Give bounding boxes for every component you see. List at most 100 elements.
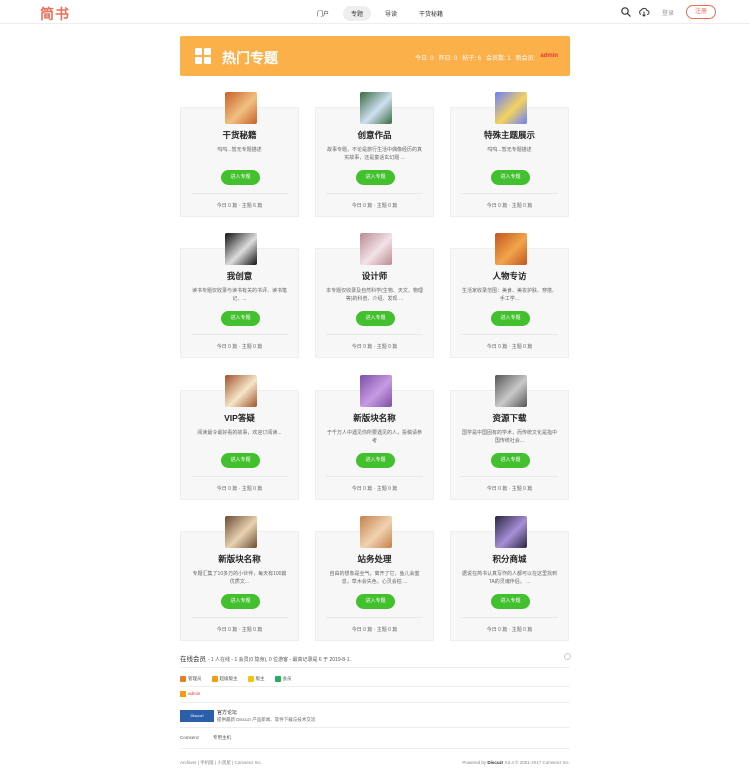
link-comsenz[interactable]: Comsenz — [180, 735, 199, 741]
topic-title[interactable]: 设计师 — [316, 270, 433, 282]
discuz-link[interactable]: Discuz! — [487, 760, 503, 765]
topic-card[interactable]: VIP答疑 阅读最令最好看的故事，欢迎订阅读... 进入专题 今日 0 篇 · 主题 … — [180, 375, 299, 500]
footer-links[interactable]: Archiver | 手机版 | 小黑屋 | Comsenz Inc. — [180, 760, 262, 766]
enter-topic-button[interactable]: 进入专题 — [491, 594, 530, 609]
search-icon[interactable] — [620, 6, 632, 18]
topic-cover-image[interactable] — [495, 92, 527, 124]
topic-cover-image[interactable] — [225, 516, 257, 548]
nav-tips[interactable]: 干货秘籍 — [411, 6, 451, 21]
topic-card[interactable]: 特殊主题展示 呜呜...暂无专题描述 进入专题 今日 0 篇 · 主题 0 篇 — [450, 92, 569, 217]
enter-topic-button[interactable]: 进入专题 — [221, 594, 260, 609]
topic-card[interactable]: 创意作品故事专题，不论是旅行生活中偶像经历的真实故事，还是童话玄幻题 ... 进入… — [315, 92, 434, 217]
forum-link-desc: 提供最新 Discuz! 产品新闻、软件下载与技术交流 — [217, 717, 316, 722]
discuz-logo[interactable]: Discuz! — [180, 710, 214, 722]
topic-stats: 今日 0 篇 · 主题 0 篇 — [486, 486, 533, 492]
collapse-icon[interactable] — [564, 653, 571, 660]
enter-topic-button[interactable]: 进入专题 — [491, 170, 530, 185]
topic-cover-image[interactable] — [360, 375, 392, 407]
register-button[interactable]: 注册 — [686, 5, 716, 19]
admin-user-icon — [180, 691, 186, 697]
grid-icon — [195, 48, 211, 64]
topics-banner: 热门专题 今日: 0 昨日: 0 帖子: 6 会员数: 1 新会员: admin — [180, 36, 570, 76]
online-label[interactable]: 在线会员 — [180, 656, 206, 663]
topic-title[interactable]: 积分商城 — [451, 553, 568, 565]
divider — [180, 686, 570, 687]
topic-card[interactable]: 新版块名称 于千万人中遇见你所要遇见的人，投稿请参考 进入专题 今日 0 篇 · 主题… — [315, 375, 434, 500]
card-divider — [191, 334, 288, 335]
topic-stats: 今日 0 篇 · 主题 0 篇 — [351, 203, 398, 209]
newest-member-link[interactable]: admin — [540, 53, 558, 62]
enter-topic-button[interactable]: 进入专题 — [491, 311, 530, 326]
topic-description: 读书专题仅收录与读书有关的书评、读书笔记、... — [191, 288, 287, 302]
card-divider — [461, 476, 558, 477]
enter-topic-button[interactable]: 进入专题 — [356, 594, 395, 609]
enter-topic-button[interactable]: 进入专题 — [491, 453, 530, 468]
topic-cover-image[interactable] — [360, 233, 392, 265]
cloud-download-icon[interactable] — [638, 6, 650, 18]
topic-card[interactable]: 人物专访生活家收录范围：美食、美妆护肤、穿搭、手工学... 进入专题今日 0 篇 … — [450, 233, 569, 358]
card-divider — [191, 476, 288, 477]
top-icons — [620, 6, 650, 18]
topic-card[interactable]: 设计师 本专题仅收录及自然科学(生物、天文、物理等)的科普、介绍、发现 ... 进入… — [315, 233, 434, 358]
topic-title[interactable]: 站务处理 — [316, 553, 433, 565]
topic-card[interactable]: 站务处理 自由的想象是全气，离开了它，鱼儿会窒息，草木会失色，心灵会枯 ... 进入… — [315, 516, 434, 641]
topic-cover-image[interactable] — [495, 233, 527, 265]
login-link[interactable]: 登录 — [662, 8, 674, 17]
enter-topic-button[interactable]: 进入专题 — [356, 311, 395, 326]
site-logo[interactable]: 简书 — [40, 4, 70, 24]
card-divider — [326, 193, 423, 194]
enter-topic-button[interactable]: 进入专题 — [221, 170, 260, 185]
topic-stats: 今日 0 篇 · 主题 0 篇 — [216, 627, 263, 633]
card-divider — [326, 476, 423, 477]
legend-mod: 版主 — [247, 676, 265, 682]
card-divider — [191, 193, 288, 194]
topic-stats: 今日 0 篇 · 主题 0 篇 — [216, 344, 263, 350]
topic-stats: 今日 0 篇 · 主题 0 篇 — [351, 344, 398, 350]
nav-portal[interactable]: 门户 — [309, 6, 337, 21]
topic-title[interactable]: 我创意 — [181, 270, 298, 282]
topic-card[interactable]: 新版块名称 专题汇集了10多万的小伙伴，每天有100篇优质文... 进入专题 今日 0… — [180, 516, 299, 641]
enter-topic-button[interactable]: 进入专题 — [221, 453, 260, 468]
nav-guide[interactable]: 导读 — [377, 6, 405, 21]
topic-description: 呜呜...暂无专题描述 — [487, 147, 532, 153]
topic-cover-image[interactable] — [225, 92, 257, 124]
topic-title[interactable]: 资源下载 — [451, 412, 568, 424]
topic-cover-image[interactable] — [225, 233, 257, 265]
enter-topic-button[interactable]: 进入专题 — [356, 453, 395, 468]
topic-title[interactable]: 特殊主题展示 — [451, 129, 568, 141]
legend-member: 会员 — [274, 676, 292, 682]
topic-card[interactable]: 积分商城 据说在简书认真写作的人都可以在这里找到TA的灵魂伴侣。 ... 进入专题今… — [450, 516, 569, 641]
topic-cover-image[interactable] — [495, 516, 527, 548]
topic-card[interactable]: 资源下载国学是中国固有的学术，而传统文化是指中国传统社会... 进入专题今日 0 … — [450, 375, 569, 500]
topic-title[interactable]: VIP答疑 — [181, 412, 298, 424]
nav-topics[interactable]: 专题 — [343, 6, 372, 21]
footer-powered: Powered by Discuz! X3.4 © 2001-2017 Coms… — [462, 760, 570, 765]
topic-title[interactable]: 人物专访 — [451, 270, 568, 282]
topic-title[interactable]: 新版块名称 — [316, 412, 433, 424]
legend-super-mod: 超级版主 — [211, 676, 238, 682]
topic-card[interactable]: 干货秘籍 呜呜...暂无专题描述 进入专题 今日 0 篇 · 主题 6 篇 — [180, 92, 299, 217]
enter-topic-button[interactable]: 进入专题 — [221, 311, 260, 326]
topic-cover-image[interactable] — [360, 516, 392, 548]
topic-description: 生活家收录范围：美食、美妆护肤、穿搭、手工学... — [461, 288, 557, 302]
topic-title[interactable]: 创意作品 — [316, 129, 433, 141]
topic-description: 据说在简书认真写作的人都可以在这里找到TA的灵魂伴侣。 ... — [461, 571, 557, 585]
online-user-admin[interactable]: admin — [180, 691, 200, 697]
link-hosting[interactable]: 专用主机 — [213, 735, 231, 741]
topic-description: 国学是中国固有的学术，而传统文化是指中国传统社会... — [461, 430, 557, 444]
topic-stats: 今日 0 篇 · 主题 0 篇 — [486, 344, 533, 350]
topic-cover-image[interactable] — [225, 375, 257, 407]
stat-posts: 帖子: 6 — [462, 56, 481, 62]
stat-yesterday: 昨日: 0 — [438, 56, 458, 62]
stat-newest-label: 新会员: — [515, 56, 536, 62]
topic-title[interactable]: 干货秘籍 — [181, 129, 298, 141]
topic-cover-image[interactable] — [495, 375, 527, 407]
topic-description: 故事专题，不论是旅行生活中偶像经历的真实故事，还是童话玄幻题 ... — [326, 147, 422, 161]
topic-card[interactable]: 我创意读书专题仅收录与读书有关的书评、读书笔记、... 进入专题今日 0 篇 · … — [180, 233, 299, 358]
divider — [180, 748, 570, 749]
enter-topic-button[interactable]: 进入专题 — [356, 170, 395, 185]
site-stats: 今日: 0 昨日: 0 帖子: 6 会员数: 1 新会员: admin — [415, 53, 558, 62]
topic-title[interactable]: 新版块名称 — [181, 553, 298, 565]
forum-link-title[interactable]: 官方论坛 — [217, 709, 237, 716]
topic-cover-image[interactable] — [360, 92, 392, 124]
